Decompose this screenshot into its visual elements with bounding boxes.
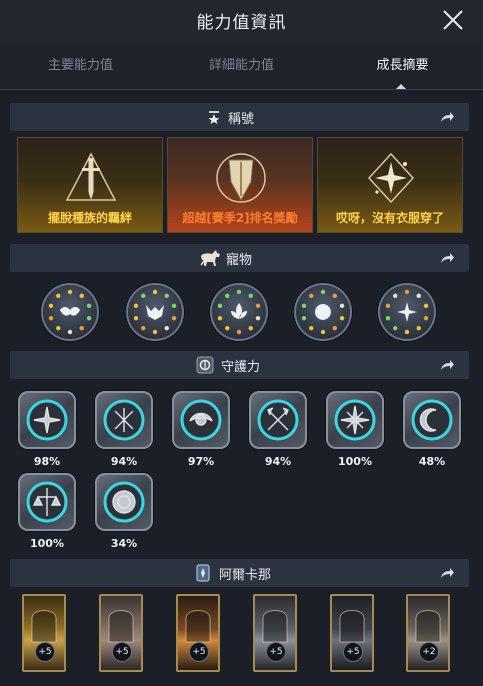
title-card[interactable]: 超越[賽季2]排名獎勵	[167, 137, 313, 233]
ornate-ring-icon	[103, 481, 145, 523]
tab-detailed-stats[interactable]: 詳細能力值	[161, 42, 322, 90]
guardian-item[interactable]	[172, 391, 230, 449]
pet-slot[interactable]	[126, 283, 184, 341]
dragon-wheel-card-icon[interactable]: +5	[99, 594, 143, 672]
lotus-emblem-icon	[217, 289, 261, 335]
star-emblem-icon	[385, 289, 429, 335]
pet-slot[interactable]	[41, 283, 99, 341]
crowned-mirror-card-icon[interactable]: +5	[330, 594, 374, 672]
horse-icon	[200, 250, 220, 266]
tab-growth-summary[interactable]: 成長摘要	[322, 42, 483, 90]
window-title: 能力值資訊	[196, 13, 287, 33]
title-card[interactable]: 哎呀，沒有衣服穿了	[317, 137, 463, 233]
pet-slot[interactable]	[294, 283, 352, 341]
compass-star-icon	[334, 399, 376, 441]
active-tab-caret	[396, 84, 406, 89]
pet-slot[interactable]	[210, 283, 268, 341]
section-titles-label: 稱號	[228, 112, 255, 127]
window-header: 能力值資訊	[0, 0, 483, 42]
section-pets-header: 寵物	[10, 244, 469, 272]
section-pets-label: 寵物	[226, 253, 253, 268]
card-level-badge: +2	[419, 642, 439, 662]
guardian-item-percent: 94%	[264, 455, 292, 468]
title-card-label: 超越[賽季2]排名獎勵	[182, 211, 298, 225]
guardian-item[interactable]	[18, 391, 76, 449]
gothic-gate-card-icon[interactable]: +2	[406, 594, 450, 672]
share-arrow-icon[interactable]	[439, 109, 455, 125]
title-medal-icon	[208, 111, 220, 124]
guardian-crest-icon	[196, 356, 214, 374]
fire-ritual-card-icon[interactable]: +5	[176, 594, 220, 672]
guardian-item[interactable]	[95, 391, 153, 449]
section-guardian-header: 守護力	[10, 351, 469, 379]
card-level-badge: +5	[112, 642, 132, 662]
title-card[interactable]: 擺脫種族的羈絆	[17, 137, 163, 233]
tab-main-stats[interactable]: 主要能力值	[0, 42, 161, 90]
card-level-badge: +5	[35, 642, 55, 662]
pet-slot[interactable]	[378, 283, 436, 341]
section-arcana-header: 阿爾卡那	[10, 559, 469, 587]
section-titles-header: 稱號	[10, 103, 469, 131]
guardian-item-percent: 100%	[338, 455, 372, 468]
winged-orb-icon	[180, 399, 222, 441]
guardian-item[interactable]	[326, 391, 384, 449]
title-card-label: 哎呀，沒有衣服穿了	[335, 211, 444, 225]
mask-emblem-icon	[48, 289, 92, 335]
close-icon[interactable]	[441, 8, 465, 32]
crescent-moon-icon	[411, 399, 453, 441]
card-level-badge: +5	[189, 642, 209, 662]
guardian-item[interactable]	[95, 473, 153, 531]
sparkle-star-emblem-icon	[367, 152, 415, 204]
scales-sword-icon	[26, 481, 68, 523]
guardian-item[interactable]	[18, 473, 76, 531]
guardian-item-percent: 98%	[33, 455, 61, 468]
shield-crest-emblem-icon	[216, 153, 266, 203]
crossed-blades-icon	[103, 399, 145, 441]
guardian-item[interactable]	[403, 391, 461, 449]
guardian-item-percent: 97%	[187, 455, 215, 468]
golden-chalice-card-icon[interactable]: +5	[22, 594, 66, 672]
share-arrow-icon[interactable]	[439, 250, 455, 266]
crossed-swords-icon	[257, 399, 299, 441]
guardian-item-percent: 100%	[30, 537, 64, 550]
sword-triangle-emblem-icon	[65, 152, 117, 201]
tab-bar: 主要能力值 詳細能力值 成長摘要	[0, 42, 483, 90]
guardian-item-percent: 48%	[418, 455, 446, 468]
guardian-item[interactable]	[249, 391, 307, 449]
arcana-card-icon	[196, 564, 210, 582]
card-level-badge: +5	[343, 642, 363, 662]
title-card-label: 擺脫種族的羈絆	[47, 211, 132, 225]
orb-emblem-icon	[301, 289, 345, 335]
guardian-item-percent: 94%	[110, 455, 138, 468]
spiked-shield-icon	[26, 399, 68, 441]
share-arrow-icon[interactable]	[439, 357, 455, 373]
card-level-badge: +5	[266, 642, 286, 662]
section-arcana-label: 阿爾卡那	[219, 568, 272, 583]
demon-mask-emblem-icon	[133, 289, 177, 335]
share-arrow-icon[interactable]	[439, 565, 455, 581]
section-guardian-label: 守護力	[221, 360, 261, 375]
guardian-item-percent: 34%	[110, 537, 138, 550]
bell-tower-card-icon[interactable]: +5	[253, 594, 297, 672]
